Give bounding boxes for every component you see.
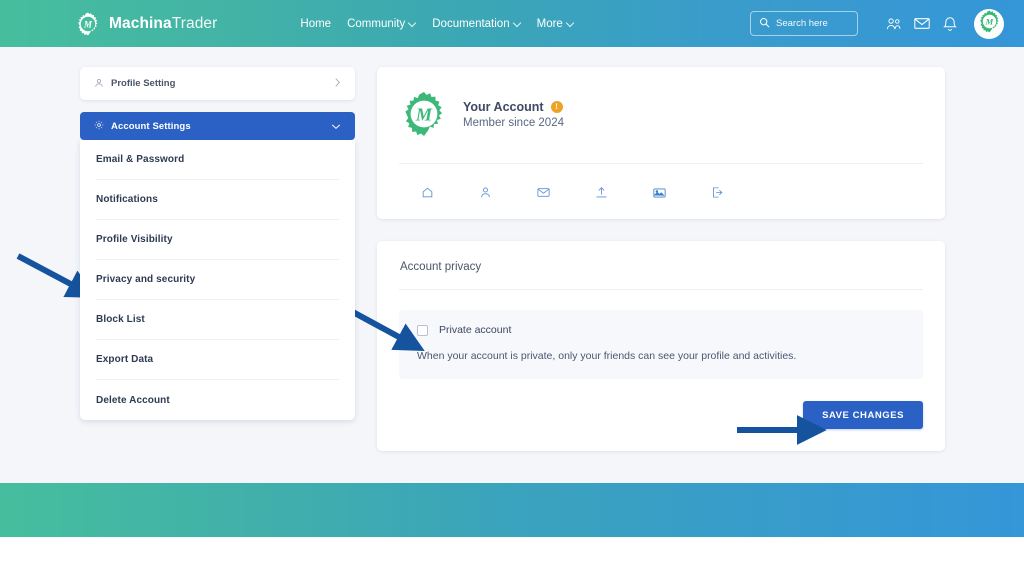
nav-link-documentation[interactable]: Documentation <box>432 18 520 30</box>
search-input[interactable]: Search here <box>750 11 858 36</box>
account-name-row: Your Account ! <box>463 100 564 114</box>
sidebar-item-profile-visibility[interactable]: Profile Visibility <box>96 220 339 260</box>
chevron-down-icon <box>514 20 521 27</box>
logout-icon[interactable] <box>711 186 769 199</box>
user-avatar[interactable]: M <box>974 8 1004 39</box>
user-avatar-gear-logo-icon: M <box>978 9 1001 38</box>
machinatrader-gear-logo-icon: M <box>76 12 100 36</box>
brand-light: Trader <box>171 14 218 32</box>
chevron-down-icon <box>331 117 341 135</box>
nav-links: Home Community Documentation More <box>300 18 573 30</box>
save-row: SAVE CHANGES <box>399 401 923 429</box>
svg-text:M: M <box>984 16 993 26</box>
private-account-panel: Private account When your account is pri… <box>399 310 923 379</box>
navbar-right: Search here M <box>750 0 1004 47</box>
account-header: M Your Account ! Member since 2024 <box>399 91 923 137</box>
user-icon <box>94 75 104 93</box>
gear-icon <box>94 117 104 135</box>
nav-link-more-label: More <box>536 17 563 30</box>
save-changes-button[interactable]: SAVE CHANGES <box>803 401 923 429</box>
sidebar-item-delete-account[interactable]: Delete Account <box>96 380 339 420</box>
nav-link-home-label: Home <box>300 17 332 30</box>
private-account-checkbox[interactable] <box>417 324 428 336</box>
chevron-down-icon <box>567 20 574 27</box>
svg-text:M: M <box>83 19 93 29</box>
nav-link-more[interactable]: More <box>537 18 574 30</box>
search-placeholder: Search here <box>776 18 828 29</box>
bell-icon[interactable] <box>936 10 964 38</box>
screenshot-root: M MachinaTrader Home Community Documenta… <box>0 0 1024 577</box>
main-content: M Your Account ! Member since 2024 Accou… <box>377 67 945 451</box>
sidebar-item-block-list[interactable]: Block List <box>96 300 339 340</box>
chevron-right-icon <box>334 77 341 91</box>
private-account-row: Private account <box>417 324 905 336</box>
envelope-icon[interactable] <box>537 187 595 198</box>
people-icon[interactable] <box>880 10 908 38</box>
account-settings-submenu: Email & Password Notifications Profile V… <box>80 140 355 420</box>
account-identity: Your Account ! Member since 2024 <box>463 100 564 129</box>
envelope-icon[interactable] <box>908 10 936 38</box>
status-badge: ! <box>550 100 563 113</box>
sidebar-item-email-password[interactable]: Email & Password <box>96 140 339 180</box>
image-icon[interactable] <box>653 187 711 199</box>
sidebar-item-profile-setting[interactable]: Profile Setting <box>80 67 355 100</box>
private-account-label: Private account <box>439 324 512 336</box>
top-navbar: M MachinaTrader Home Community Documenta… <box>0 0 1024 47</box>
svg-text:M: M <box>415 105 433 125</box>
brand-bold: Machina <box>109 14 172 32</box>
sidebar-item-notifications[interactable]: Notifications <box>96 180 339 220</box>
sidebar-item-export-data[interactable]: Export Data <box>96 340 339 380</box>
privacy-section-title: Account privacy <box>400 261 482 273</box>
privacy-divider <box>399 289 923 290</box>
search-icon <box>759 15 770 33</box>
machinatrader-gear-logo-icon: M <box>401 91 447 137</box>
nav-link-community[interactable]: Community <box>347 18 416 30</box>
home-icon[interactable] <box>421 186 479 199</box>
sidebar-item-privacy-and-security[interactable]: Privacy and security <box>96 260 339 300</box>
account-privacy-card: Account privacy Private account When you… <box>377 241 945 451</box>
account-name: Your Account <box>463 99 544 114</box>
sidebar-item-account-settings[interactable]: Account Settings <box>80 112 355 140</box>
brand[interactable]: M MachinaTrader <box>76 12 217 36</box>
sidebar-item-account-settings-label: Account Settings <box>111 120 191 132</box>
member-since: Member since 2024 <box>463 116 564 129</box>
nav-link-home[interactable]: Home <box>300 18 331 30</box>
nav-link-community-label: Community <box>347 17 406 30</box>
chevron-down-icon <box>409 20 416 27</box>
sidebar-item-profile-setting-label: Profile Setting <box>111 78 176 89</box>
private-account-description: When your account is private, only your … <box>417 350 797 362</box>
nav-link-documentation-label: Documentation <box>432 17 510 30</box>
brand-text: MachinaTrader <box>109 15 217 33</box>
account-summary-card: M Your Account ! Member since 2024 <box>377 67 945 219</box>
person-icon[interactable] <box>479 186 537 199</box>
account-action-icons <box>399 164 923 205</box>
settings-sidebar: Profile Setting Account Settings Email &… <box>80 67 355 420</box>
upload-icon[interactable] <box>595 186 653 199</box>
footer-band <box>0 483 1024 537</box>
